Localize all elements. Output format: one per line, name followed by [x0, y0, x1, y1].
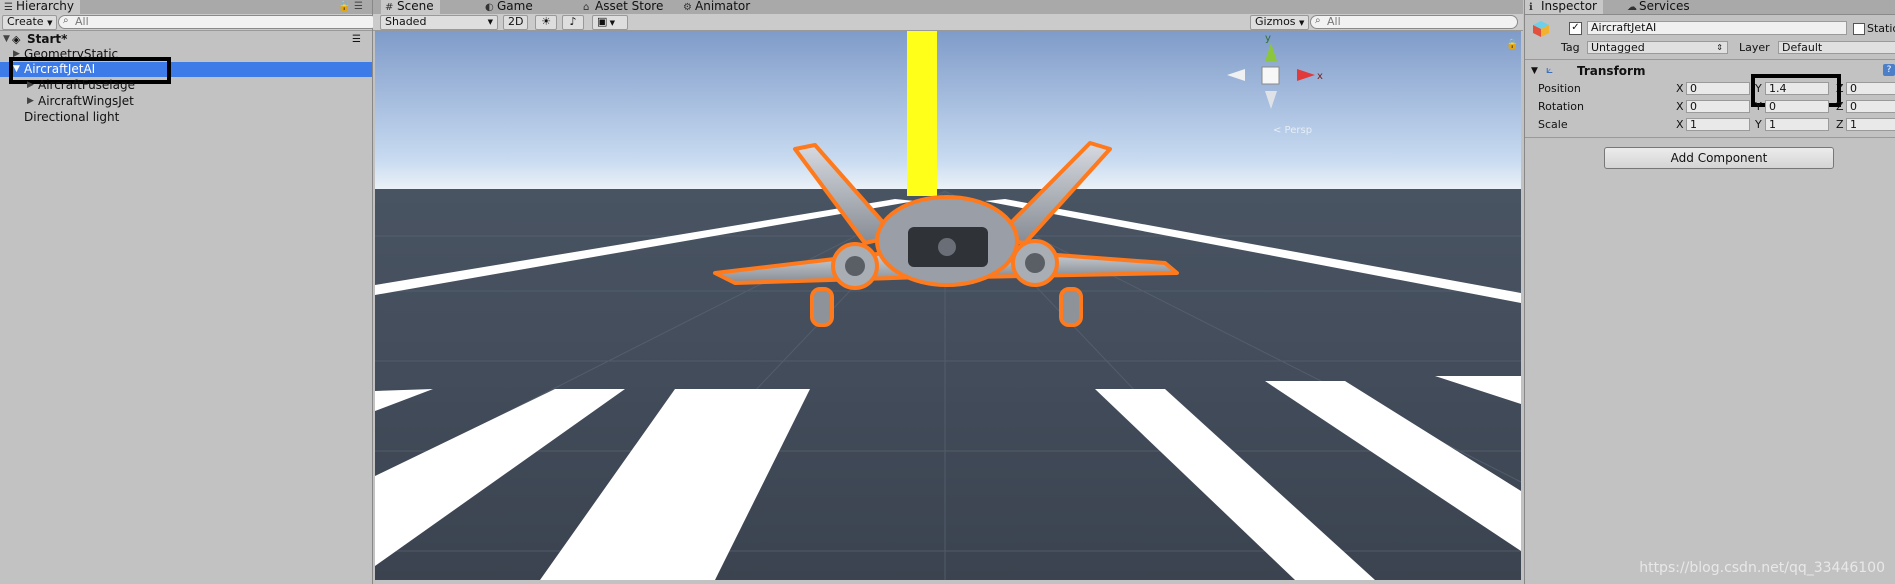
info-icon: ℹ	[1529, 2, 1533, 13]
audio-toggle-icon[interactable]: ♪	[562, 15, 584, 30]
gizmo-x-label: x	[1317, 71, 1323, 82]
divider	[1525, 59, 1895, 60]
scene-toolbar: Shaded ▼ 2D ☀ ♪ ▣ ▼ Gizmos ▼ ⌕ All	[373, 14, 1523, 31]
scale-y-field[interactable]: 1	[1765, 118, 1829, 131]
static-checkbox[interactable]	[1853, 23, 1865, 35]
position-x-field[interactable]: 0	[1686, 82, 1750, 95]
tab-scene[interactable]: # Scene	[381, 0, 440, 14]
object-name-field[interactable]: AircraftJetAI	[1587, 21, 1847, 35]
gamepad-icon: ◐	[485, 2, 494, 13]
expand-arrow-icon[interactable]: ▼	[3, 32, 10, 47]
scale-x-label: X	[1676, 118, 1684, 131]
scene-panel: # Scene ◐ Game ⌂ Asset Store ⚙ Animator Shad…	[373, 0, 1523, 584]
tab-hierarchy[interactable]: ☰ Hierarchy	[0, 0, 81, 14]
sky	[375, 31, 1521, 191]
hierarchy-search-input[interactable]: ⌕ All	[58, 15, 378, 29]
watermark: https://blog.csdn.net/qq_33446100	[1639, 560, 1885, 576]
create-dropdown[interactable]: Create ▼	[2, 15, 58, 30]
cloud-icon: ☁	[1627, 2, 1637, 13]
unity-scene-icon: ◈	[12, 33, 21, 46]
tab-animator[interactable]: ⚙ Animator	[679, 0, 756, 14]
2d-toggle-button[interactable]: 2D	[503, 15, 529, 30]
inspector-tabbar: ℹ Inspector ☁ Services	[1525, 0, 1895, 15]
rotation-z-field[interactable]: 0	[1846, 100, 1895, 113]
persp-label[interactable]: < Persp	[1273, 125, 1312, 136]
scene-menu-icon[interactable]: ☰	[352, 32, 361, 47]
static-label: Static	[1867, 22, 1895, 35]
scene-root-item[interactable]: ▼ ◈ Start* ☰	[0, 32, 372, 47]
rotation-z-label: Z	[1836, 100, 1844, 113]
grid-icon: #	[385, 2, 394, 13]
rotation-y-field[interactable]: 0	[1765, 100, 1829, 113]
updown-arrow-icon: ⇕	[1716, 43, 1723, 52]
animator-icon: ⚙	[683, 2, 692, 13]
hierarchy-item-aircraftwingsjet[interactable]: ▶ AircraftWingsJet	[0, 94, 372, 109]
dropdown-arrow-icon: ▼	[487, 18, 493, 26]
rotation-label: Rotation	[1538, 100, 1585, 113]
layer-dropdown[interactable]: Default	[1778, 41, 1895, 54]
scene-search-input[interactable]: ⌕ All	[1310, 15, 1518, 29]
foldout-arrow-icon[interactable]: ▼	[1531, 65, 1538, 78]
rotation-y-label: Y	[1755, 100, 1762, 113]
position-label: Position	[1538, 82, 1581, 95]
shading-mode-dropdown[interactable]: Shaded ▼	[380, 15, 498, 30]
transform-axes-icon: ⟀	[1546, 62, 1554, 76]
hierarchy-item-directional-light[interactable]: Directional light	[0, 110, 372, 125]
dropdown-arrow-icon: ▼	[607, 19, 616, 27]
tab-game[interactable]: ◐ Game	[481, 0, 539, 14]
dropdown-arrow-icon: ▼	[47, 19, 53, 27]
scene-tabbar: # Scene ◐ Game ⌂ Asset Store ⚙ Animator	[373, 0, 1523, 15]
panel-menu-icon[interactable]: ☰	[354, 0, 363, 14]
inspector-panel: ℹ Inspector ☁ Services ✓ AircraftJetAI Sta…	[1524, 0, 1895, 584]
search-icon: ⌕	[1315, 15, 1321, 26]
dropdown-arrow-icon: ▼	[1299, 19, 1305, 27]
transform-title: Transform	[1577, 64, 1646, 78]
effects-dropdown[interactable]: ▣ ▼	[592, 15, 628, 30]
gizmo-y-label: y	[1265, 33, 1271, 44]
scale-x-field[interactable]: 1	[1686, 118, 1750, 131]
rotation-x-label: X	[1676, 100, 1684, 113]
store-icon: ⌂	[583, 2, 590, 13]
position-z-field[interactable]: 0	[1846, 82, 1895, 95]
lighting-toggle-icon[interactable]: ☀	[535, 15, 557, 30]
scale-z-label: Z	[1836, 118, 1844, 131]
list-icon: ☰	[4, 2, 13, 13]
tab-services[interactable]: ☁ Services	[1623, 0, 1696, 14]
hierarchy-tabbar: ☰ Hierarchy 🔒 ☰	[0, 0, 372, 15]
active-checkbox[interactable]: ✓	[1569, 22, 1582, 35]
tag-label: Tag	[1561, 41, 1580, 54]
help-icon[interactable]: ?	[1883, 64, 1895, 76]
divider	[1525, 137, 1895, 138]
scale-y-label: Y	[1755, 118, 1762, 131]
yellow-beam	[907, 31, 937, 196]
scene-render[interactable]: y x < Persp 🔒	[375, 31, 1521, 580]
lock-icon[interactable]: 🔒	[338, 0, 350, 14]
hierarchy-item-aircraftfuselage[interactable]: ▶ AircraftFuselage	[0, 78, 372, 93]
collapsed-arrow-icon[interactable]: ▶	[27, 94, 34, 109]
viewport-lock-icon[interactable]: 🔒	[1506, 38, 1518, 50]
hierarchy-panel: ☰ Hierarchy 🔒 ☰ Create ▼ ⌕ All ▼ ◈ Start* …	[0, 0, 378, 584]
scene-viewport[interactable]: y x < Persp 🔒	[375, 31, 1521, 580]
hierarchy-toolbar: Create ▼ ⌕ All	[0, 14, 378, 31]
add-component-button[interactable]: Add Component	[1604, 147, 1834, 169]
scale-z-field[interactable]: 1	[1846, 118, 1895, 131]
search-icon: ⌕	[63, 15, 69, 26]
position-x-label: X	[1676, 82, 1684, 95]
rotation-x-field[interactable]: 0	[1686, 100, 1750, 113]
tab-asset-store[interactable]: ⌂ Asset Store	[579, 0, 669, 14]
gizmos-dropdown[interactable]: Gizmos ▼	[1250, 15, 1310, 30]
tag-dropdown[interactable]: Untagged ⇕	[1587, 41, 1728, 54]
layer-label: Layer	[1739, 41, 1770, 54]
gameobject-cube-icon	[1532, 20, 1550, 38]
scale-label: Scale	[1538, 118, 1568, 131]
image-icon: ▣	[597, 15, 608, 28]
tab-inspector[interactable]: ℹ Inspector	[1525, 0, 1603, 14]
collapsed-arrow-icon[interactable]: ▶	[27, 78, 34, 93]
